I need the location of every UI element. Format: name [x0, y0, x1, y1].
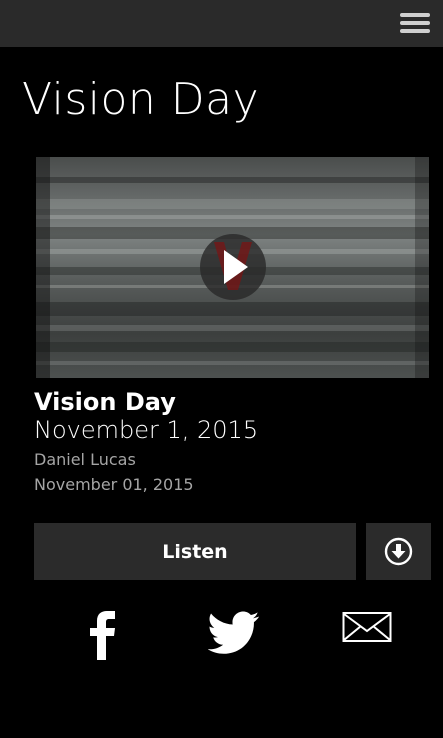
- download-button[interactable]: [366, 523, 431, 580]
- play-button[interactable]: [200, 234, 266, 300]
- download-icon: [384, 537, 413, 566]
- listen-button[interactable]: Listen: [34, 523, 356, 580]
- facebook-icon: [90, 611, 115, 660]
- episode-date: November 1, 2015: [34, 416, 259, 444]
- published-date: November 01, 2015: [34, 475, 194, 494]
- play-icon: [214, 242, 252, 290]
- facebook-share-button[interactable]: [88, 610, 118, 664]
- twitter-share-button[interactable]: [207, 610, 260, 660]
- video-player[interactable]: [36, 157, 429, 378]
- twitter-icon: [207, 611, 260, 654]
- email-share-button[interactable]: [342, 610, 392, 648]
- hamburger-menu-icon[interactable]: [400, 13, 430, 33]
- top-bar: [0, 0, 443, 47]
- email-icon: [342, 612, 392, 642]
- speaker-name: Daniel Lucas: [34, 450, 136, 469]
- page-title: Vision Day: [22, 74, 260, 125]
- episode-title: Vision Day: [34, 388, 176, 416]
